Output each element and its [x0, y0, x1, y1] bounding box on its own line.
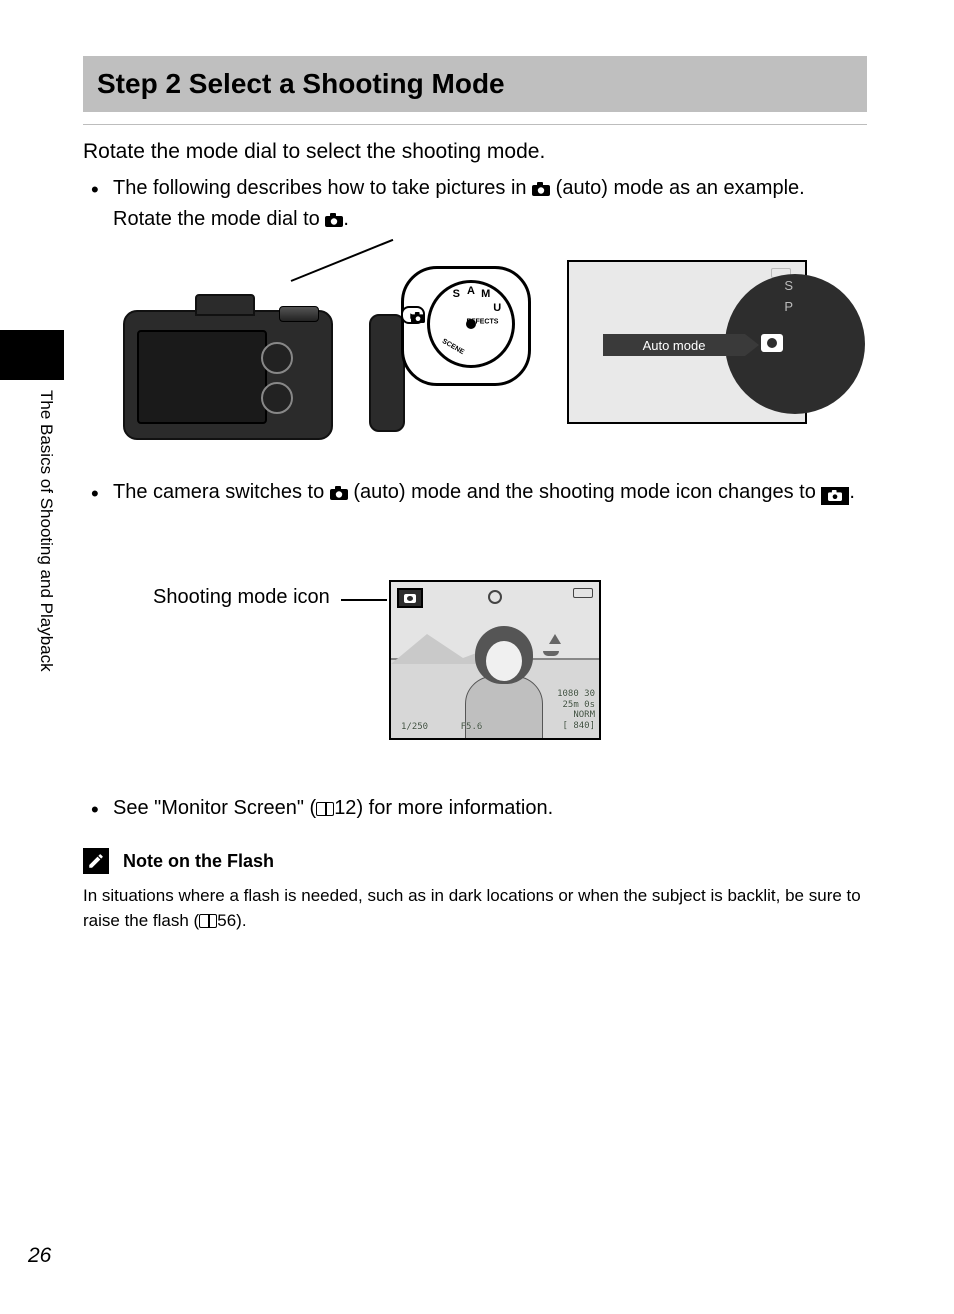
- dial-label-scene: SCENE: [441, 338, 465, 356]
- camera-icon: [330, 480, 348, 509]
- lead-text: Rotate the mode dial to select the shoot…: [83, 140, 867, 164]
- note-title: Note on the Flash: [123, 851, 274, 872]
- lcd-label-s: S: [784, 276, 793, 297]
- side-section-title: The Basics of Shooting and Playback: [34, 390, 56, 750]
- pencil-note-icon: [83, 848, 109, 874]
- page-heading: Step 2 Select a Shooting Mode: [97, 68, 505, 100]
- text: .: [849, 481, 855, 503]
- note-text: In situations where a flash is needed, s…: [83, 884, 867, 933]
- camera-icon-inverted: [821, 487, 849, 505]
- screen-aperture: F5.6: [461, 722, 483, 732]
- camera-icon: [325, 207, 343, 236]
- shooting-mode-icon: [397, 588, 423, 608]
- dial-label-a: A: [467, 285, 475, 297]
- text: See "Monitor Screen" (: [113, 797, 316, 819]
- mode-dial-callout: ▸ S A M U EFFECTS SCENE: [401, 266, 531, 386]
- camera-icon: [761, 334, 783, 352]
- side-tab: [0, 330, 64, 380]
- bullet-3: See "Monitor Screen" ( 12) for more infor…: [83, 794, 867, 823]
- figure-shooting-screen: Shooting mode icon 1080 30 25m 0s NORM […: [83, 562, 867, 772]
- screen-resolution: 1080 30: [557, 689, 595, 700]
- target-icon: [488, 590, 502, 604]
- battery-icon: [573, 588, 593, 598]
- bullet-1: The following describes how to take pict…: [83, 174, 867, 236]
- text: (auto) mode and the shooting mode icon c…: [353, 481, 821, 503]
- text: .: [343, 208, 349, 230]
- screen-remaining: [ 840]: [557, 721, 595, 732]
- lcd-label-p: P: [784, 297, 793, 318]
- lcd-mode-panel: S P Auto mode: [567, 260, 807, 424]
- text: The following describes how to take pict…: [113, 177, 532, 199]
- shooting-mode-icon-label: Shooting mode icon: [153, 586, 330, 609]
- book-icon: [316, 802, 334, 816]
- screen-quality: NORM: [557, 710, 595, 721]
- dial-label-effects: EFFECTS: [467, 319, 499, 326]
- page-ref: 56: [217, 911, 236, 930]
- auto-mode-label: Auto mode: [603, 334, 745, 356]
- dial-label-s: S: [453, 288, 460, 300]
- arrow-right-icon: [745, 334, 759, 356]
- page-ref: 12: [334, 797, 356, 819]
- camera-screen-illustration: 1080 30 25m 0s NORM [ 840] 1/250 F5.6: [389, 580, 601, 740]
- text: ) for more information.: [356, 797, 553, 819]
- bullet-2: The camera switches to (auto) mode and t…: [83, 478, 867, 509]
- camera-illustration: ▸ S A M U EFFECTS SCENE: [123, 270, 403, 450]
- dial-label-m: M: [481, 288, 490, 300]
- heading-bar: Step 2 Select a Shooting Mode: [83, 56, 867, 112]
- text: The camera switches to: [113, 481, 330, 503]
- note-block: Note on the Flash In situations where a …: [83, 848, 867, 933]
- figure-row-1: ▸ S A M U EFFECTS SCENE: [83, 240, 867, 470]
- page-number: 26: [28, 1244, 51, 1268]
- camera-icon: [532, 176, 550, 205]
- text: ).: [236, 911, 246, 930]
- dial-label-u: U: [493, 302, 501, 314]
- divider: [83, 124, 867, 125]
- camera-icon: [411, 310, 425, 328]
- screen-shutter: 1/250: [401, 722, 428, 732]
- book-icon: [199, 914, 217, 928]
- screen-time: 25m 0s: [557, 700, 595, 711]
